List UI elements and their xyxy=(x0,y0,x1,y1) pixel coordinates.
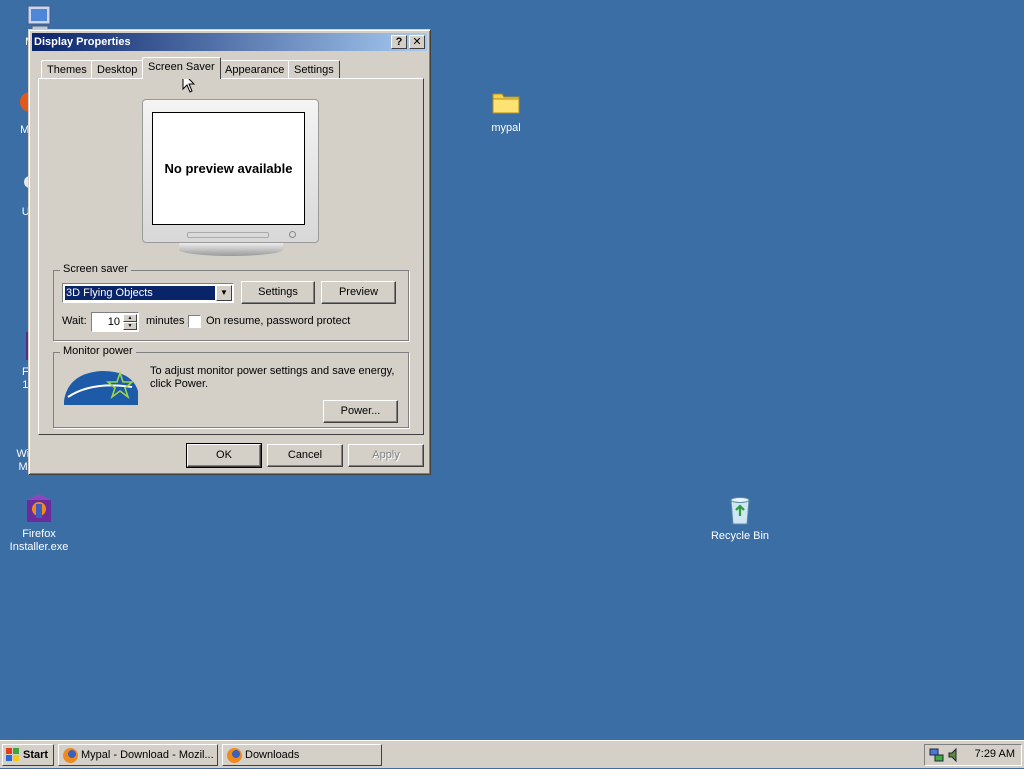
folder-icon xyxy=(490,86,522,118)
clock[interactable]: 7:29 AM xyxy=(975,748,1015,760)
network-tray-icon[interactable] xyxy=(929,747,945,763)
desktop-icon-recycle-bin[interactable]: Recycle Bin xyxy=(702,494,778,543)
taskbar-item-mypal-download[interactable]: Mypal - Download - Mozil... xyxy=(58,744,218,766)
screen-saver-group-label: Screen saver xyxy=(60,263,131,275)
password-protect-checkbox[interactable] xyxy=(188,315,201,328)
desktop-icon-firefox-installer[interactable]: Firefox Installer.exe xyxy=(1,492,77,554)
tab-themes[interactable]: Themes xyxy=(41,60,93,79)
spin-down-icon[interactable]: ▼ xyxy=(123,322,137,330)
monitor-power-description: To adjust monitor power settings and sav… xyxy=(150,365,395,390)
monitor-power-group-label: Monitor power xyxy=(60,345,136,357)
monitor-stand xyxy=(179,243,283,256)
tab-screen-saver[interactable]: Screen Saver xyxy=(142,57,221,79)
taskbar-item-label: Downloads xyxy=(245,749,300,761)
start-button[interactable]: Start xyxy=(2,744,54,766)
apply-button[interactable]: Apply xyxy=(348,444,424,467)
start-label: Start xyxy=(23,749,49,761)
monitor-power-group: Monitor power To adjust monitor power se… xyxy=(53,345,409,428)
screen-saver-preview-button[interactable]: Preview xyxy=(321,281,396,304)
wait-label: Wait: xyxy=(62,315,87,327)
taskbar-item-label: Mypal - Download - Mozil... xyxy=(81,749,214,761)
wait-spinner-buttons[interactable]: ▲ ▼ xyxy=(123,314,137,330)
desktop-icon-mypal[interactable]: mypal xyxy=(468,86,544,135)
tab-appearance[interactable]: Appearance xyxy=(219,60,291,79)
screen-saver-select[interactable]: 3D Flying Objects ▼ xyxy=(62,283,234,303)
volume-tray-icon[interactable] xyxy=(947,747,963,763)
desktop-icon-label: mypal xyxy=(491,122,521,134)
dialog-titlebar[interactable]: Display Properties ? ✕ xyxy=(32,33,427,51)
screen-saver-selected-value: 3D Flying Objects xyxy=(65,286,215,300)
windows-logo-icon xyxy=(6,748,20,762)
preview-screen: No preview available xyxy=(152,112,305,225)
cancel-button[interactable]: Cancel xyxy=(267,444,343,467)
screen-saver-group: Screen saver 3D Flying Objects ▼ Setting… xyxy=(53,263,409,341)
energy-star-logo-icon xyxy=(62,367,140,407)
password-protect-label[interactable]: On resume, password protect xyxy=(206,315,350,327)
desktop-icon-label: Firefox Installer.exe xyxy=(9,528,69,553)
dialog-title: Display Properties xyxy=(34,36,131,48)
firefox-icon xyxy=(227,748,242,763)
taskbar: Start Mypal - Download - Mozil... Downlo… xyxy=(0,740,1024,768)
monitor-preview: No preview available xyxy=(142,99,319,243)
wait-minutes-spinner[interactable]: 10 ▲ ▼ xyxy=(91,312,139,332)
system-tray: 7:29 AM xyxy=(924,744,1022,766)
monitor-power-led-icon xyxy=(289,231,296,238)
minutes-label: minutes xyxy=(146,315,185,327)
desktop-icon-label: Recycle Bin xyxy=(710,530,770,542)
screen-saver-settings-button[interactable]: Settings xyxy=(241,281,315,304)
wait-minutes-value: 10 xyxy=(107,316,120,328)
taskbar-item-downloads[interactable]: Downloads xyxy=(222,744,382,766)
tab-settings[interactable]: Settings xyxy=(288,60,340,79)
ok-button[interactable]: OK xyxy=(186,443,262,468)
power-button[interactable]: Power... xyxy=(323,400,398,423)
mypal-icon xyxy=(63,748,78,763)
tab-desktop[interactable]: Desktop xyxy=(91,60,144,79)
spin-up-icon[interactable]: ▲ xyxy=(123,314,137,322)
help-button[interactable]: ? xyxy=(391,35,407,49)
display-properties-dialog: Display Properties ? ✕ Themes Desktop Sc… xyxy=(28,29,431,475)
close-button[interactable]: ✕ xyxy=(409,35,425,49)
monitor-bezel-bar xyxy=(187,232,269,238)
recycle-bin-icon xyxy=(724,494,756,526)
firefox-installer-icon xyxy=(23,492,55,524)
dropdown-arrow-icon[interactable]: ▼ xyxy=(216,285,232,301)
